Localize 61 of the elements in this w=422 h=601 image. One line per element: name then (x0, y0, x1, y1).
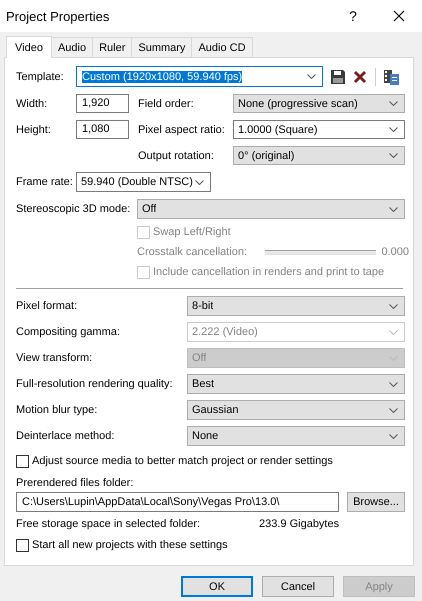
field-label: Prerendered files folder: (16, 477, 134, 489)
checkbox-label: Swap Left/Right (153, 226, 231, 238)
free-space-value: 233.9 Gigabytes (259, 518, 340, 530)
chevron-icon (389, 153, 398, 158)
dropdown[interactable]: Gaussian (187, 400, 405, 420)
field-label: Pixel aspect ratio: (138, 124, 226, 136)
checkbox-label: Start all new projects with these settings (32, 539, 228, 551)
dropdown[interactable]: None (progressive scan) (233, 94, 405, 113)
field-label: Height: (16, 124, 52, 136)
chevron-icon (389, 127, 398, 132)
field-label: Stereoscopic 3D mode: (16, 203, 132, 215)
field-label: Deinterlace method: (16, 430, 116, 442)
chevron-icon (307, 74, 316, 79)
chevron-icon (389, 382, 398, 386)
template-dropdown[interactable]: Custom (1920x1080, 59.940 fps) (76, 66, 323, 87)
field-label: View transform: (16, 352, 94, 364)
close-icon (393, 10, 405, 22)
field-label: Pixel format: (16, 300, 78, 312)
field-label: Motion blur type: (16, 404, 98, 416)
input-field[interactable]: 1,080 (76, 120, 129, 139)
chevron-icon (389, 206, 398, 212)
dropdown[interactable]: None (187, 426, 405, 446)
dropdown[interactable]: Off (137, 199, 405, 219)
dropdown[interactable]: 0° (original) (233, 146, 405, 165)
folder-path-field[interactable]: C:\Users\Lupin\AppData\Local\Sony\Vegas Pro\13.0\ (16, 492, 339, 512)
chevron-icon (389, 408, 398, 412)
checkbox[interactable] (16, 454, 29, 468)
dropdown[interactable]: 1.0000 (Square) (233, 120, 405, 139)
field-label: Frame rate: (16, 176, 74, 188)
input-field[interactable]: 1,920 (76, 94, 129, 113)
dialog-button[interactable]: OK (181, 576, 253, 597)
tab[interactable]: Audio CD (191, 37, 253, 57)
chevron-icon (389, 330, 398, 334)
checkbox-label: Include cancellation in renders and print to tape (153, 266, 384, 278)
film-clipboard-icon[interactable] (383, 68, 400, 86)
dropdown[interactable]: 8-bit (187, 296, 405, 316)
chevron-icon (389, 101, 398, 106)
dropdown[interactable]: 59.940 (Double NTSC) (76, 172, 211, 192)
field-label: Field order: (138, 98, 195, 110)
checkbox[interactable] (16, 538, 29, 552)
field-label: Output rotation: (138, 150, 215, 162)
save-icon[interactable] (330, 68, 346, 84)
field-label: Width: (16, 98, 48, 110)
checkbox-label: Adjust source media to better match project or render settings (32, 455, 333, 467)
field-label: Template: (16, 70, 65, 82)
window-title: Project Properties (6, 8, 110, 24)
dropdown[interactable]: Best (187, 374, 405, 394)
field-label: Compositing gamma: (16, 326, 121, 338)
slider-reading: 0.000 (381, 246, 409, 258)
chevron-icon (389, 434, 398, 438)
tab[interactable]: Video (6, 36, 52, 58)
delete-icon[interactable] (353, 70, 367, 84)
browse-button[interactable]: Browse... (347, 492, 405, 512)
chevron-icon (195, 180, 204, 184)
slider-track[interactable] (265, 250, 376, 254)
field-label: Full-resolution rendering quality: (16, 378, 174, 390)
field-label: Free storage space in selected folder: (16, 518, 202, 530)
slider-label: Crosstalk cancellation: (137, 246, 248, 258)
dialog-button[interactable]: Cancel (262, 576, 334, 597)
chevron-icon (389, 304, 398, 308)
help-button[interactable]: ? (330, 0, 376, 32)
